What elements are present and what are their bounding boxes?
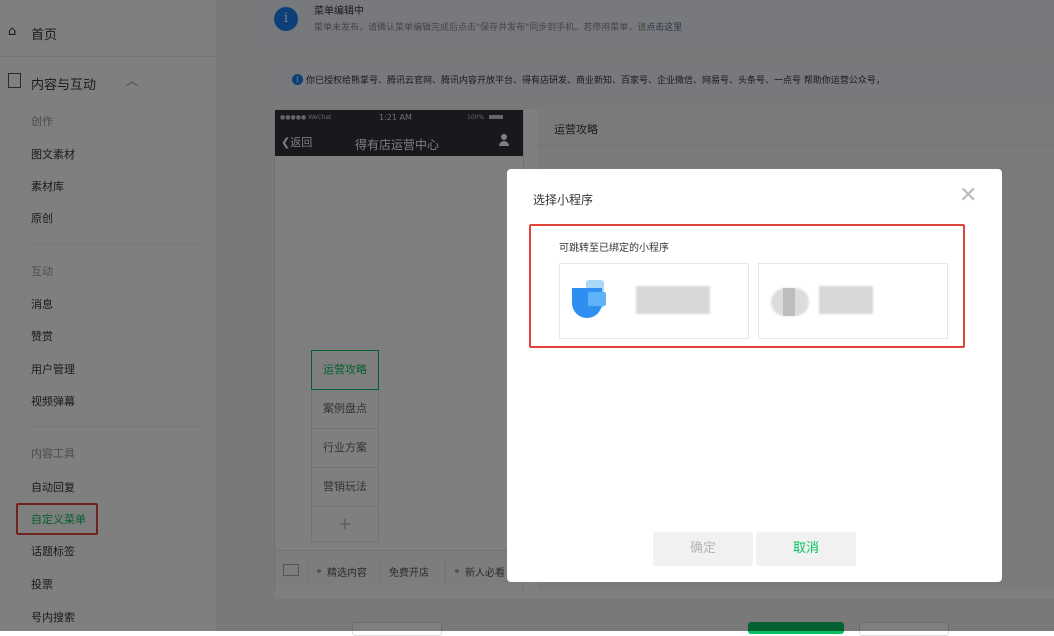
select-miniprogram-dialog: 选择小程序 ✕ 可跳转至已绑定的小程序 确定 取消 [507,169,1002,582]
confirm-button[interactable]: 确定 [653,532,753,566]
highlight-box [529,224,965,348]
close-icon[interactable]: ✕ [959,185,977,207]
dialog-title: 选择小程序 [533,191,593,208]
cancel-button[interactable]: 取消 [756,532,856,566]
